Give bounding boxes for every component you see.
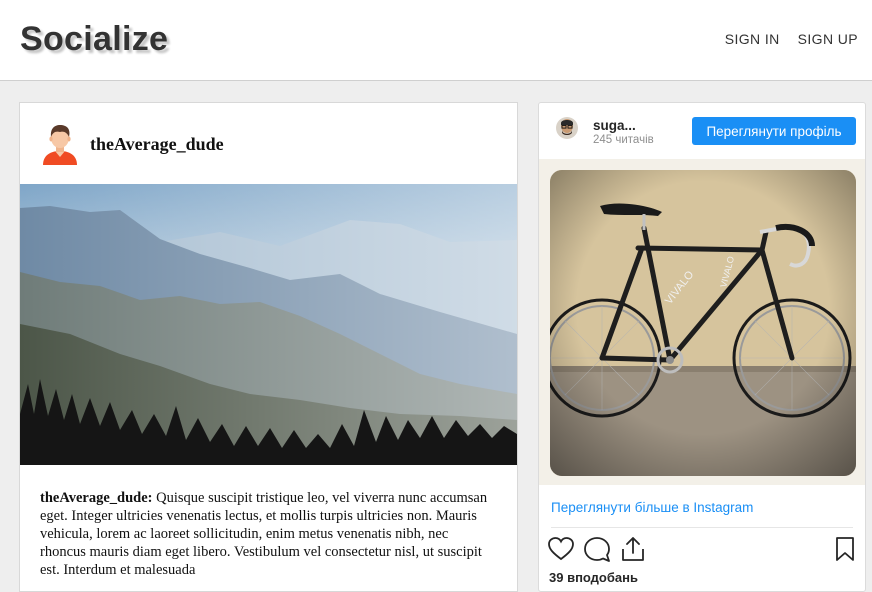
instagram-avatar-icon[interactable]	[556, 117, 578, 139]
user-avatar-icon[interactable]	[41, 123, 79, 165]
instagram-username[interactable]: suga...	[593, 118, 636, 133]
post-header: theAverage_dude	[20, 103, 517, 184]
sign-in-link[interactable]: SIGN IN	[725, 31, 780, 47]
view-profile-button[interactable]: Переглянути профіль	[692, 117, 856, 145]
view-more-link[interactable]: Переглянути більше в Instagram	[551, 500, 753, 515]
auth-nav: SIGN IN SIGN UP	[725, 31, 858, 47]
instagram-actions	[539, 535, 865, 565]
instagram-embed: suga... 245 читачів Переглянути профіль	[538, 102, 866, 592]
comment-icon[interactable]	[583, 535, 611, 563]
instagram-header: suga... 245 читачів Переглянути профіль	[539, 103, 865, 160]
sign-up-link[interactable]: SIGN UP	[798, 31, 858, 47]
top-navbar: Socialize SIGN IN SIGN UP	[0, 0, 872, 81]
bookmark-icon[interactable]	[831, 535, 859, 563]
post-card: theAverage_dude theAverage_dude: Quisque…	[19, 102, 518, 592]
share-icon[interactable]	[619, 535, 647, 563]
heart-icon[interactable]	[547, 535, 575, 563]
divider	[551, 527, 853, 528]
instagram-photo-frame[interactable]: VIVALO VIVALO	[539, 159, 865, 485]
instagram-followers: 245 читачів	[593, 134, 654, 146]
site-logo[interactable]: Socialize	[20, 20, 168, 59]
instagram-photo[interactable]: VIVALO VIVALO	[550, 170, 856, 476]
post-caption: theAverage_dude: Quisque suscipit tristi…	[40, 489, 495, 579]
post-image	[20, 184, 517, 465]
post-username[interactable]: theAverage_dude	[90, 134, 224, 155]
caption-author[interactable]: theAverage_dude:	[40, 490, 153, 506]
likes-count: 39 вподобань	[549, 570, 638, 585]
